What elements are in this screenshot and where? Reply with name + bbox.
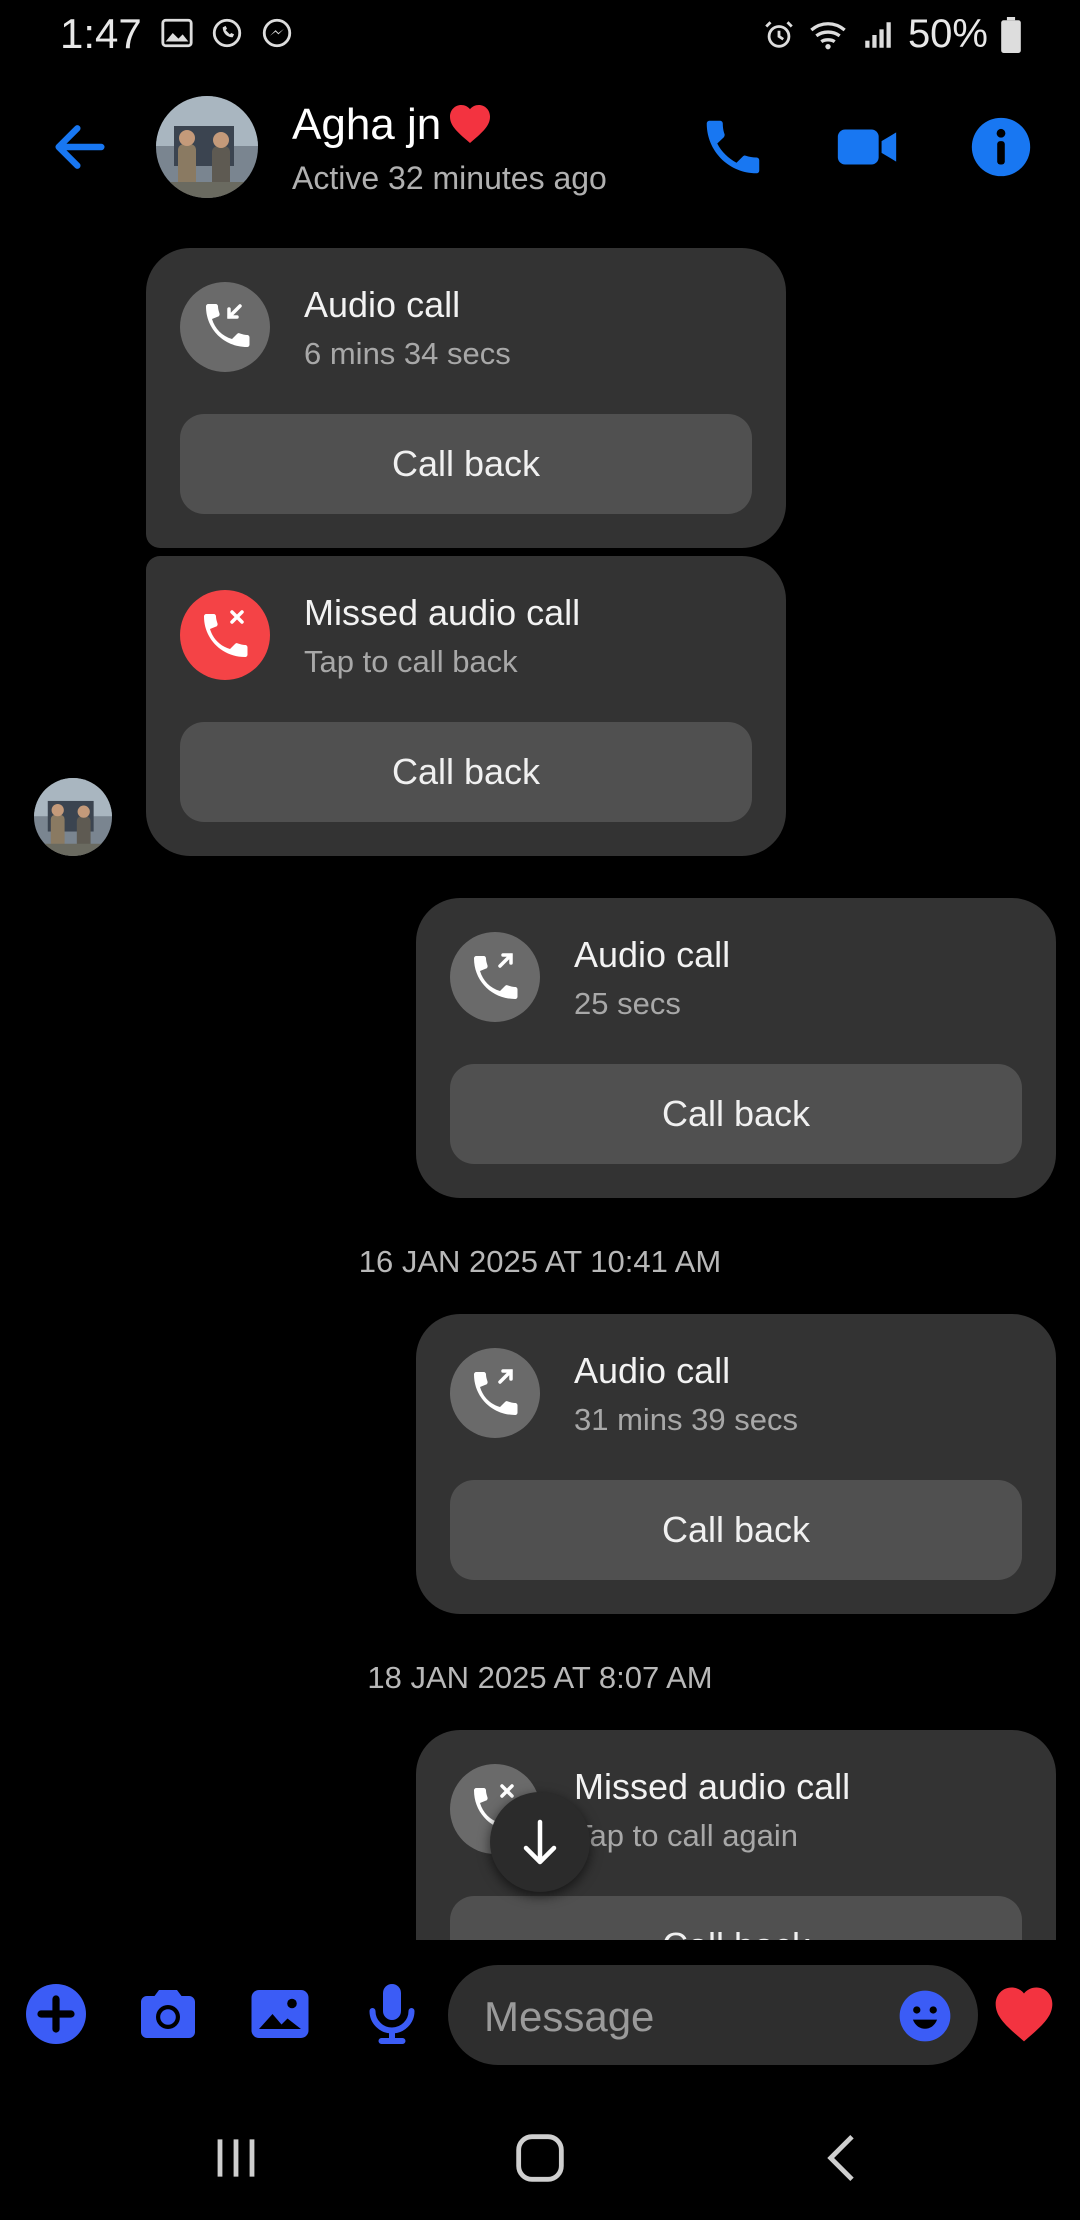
system-nav-bar: [0, 2090, 1080, 2220]
arrow-down-icon: [523, 1819, 557, 1865]
call-back-button[interactable]: Call back: [450, 1480, 1022, 1580]
scroll-to-bottom-button[interactable]: [490, 1792, 590, 1892]
recent-apps-button[interactable]: [204, 2126, 268, 2190]
call-back-button[interactable]: Call back: [180, 722, 752, 822]
outgoing-call-icon: [450, 1348, 540, 1438]
emoji-button[interactable]: [896, 1987, 954, 2045]
date-separator: 18 JAN 2025 AT 8:07 AM: [367, 1660, 713, 1695]
call-back-button[interactable]: Call back: [450, 1064, 1022, 1164]
call-subtitle: Tap to call back: [304, 644, 518, 679]
voice-message-button[interactable]: [356, 1978, 428, 2050]
microphone-icon: [369, 1984, 415, 2044]
call-back-button[interactable]: Call back: [450, 1896, 1022, 1940]
system-back-button[interactable]: [812, 2126, 876, 2190]
camera-icon: [141, 1990, 195, 2038]
image-icon: [251, 1990, 309, 2038]
conversation-header: Agha jn Active 32 minutes ago: [0, 90, 1080, 210]
back-button[interactable]: [48, 115, 112, 179]
message-input[interactable]: Message: [448, 1965, 978, 2065]
call-title: Missed audio call: [574, 1766, 851, 1807]
call-back-button[interactable]: Call back: [180, 414, 752, 514]
call-card-incoming: Audio call 6 mins 34 secs Call back: [146, 248, 786, 548]
heart-icon: [450, 105, 491, 143]
call-subtitle: Tap to call again: [574, 1818, 799, 1853]
battery-level: 50%: [907, 12, 988, 56]
missed-call-icon: [180, 590, 270, 680]
messenger-icon: [262, 18, 292, 48]
back-arrow-icon: [55, 125, 105, 169]
call-duration: 25 secs: [574, 986, 681, 1021]
gallery-button[interactable]: [244, 1978, 316, 2050]
status-bar: 1:47 50%: [0, 0, 1080, 70]
conversation-info-button[interactable]: [966, 112, 1036, 182]
contact-name[interactable]: Agha jn: [292, 100, 495, 150]
video-call-button[interactable]: [832, 112, 902, 182]
call-title: Audio call: [574, 934, 731, 975]
call-card-missed-incoming: Missed audio call Tap to call back Call …: [146, 556, 786, 856]
message-placeholder: Message: [484, 1993, 655, 2040]
call-title: Missed audio call: [304, 592, 581, 633]
message-list[interactable]: Audio call 6 mins 34 secs Call back Miss…: [0, 230, 1080, 1940]
call-card-outgoing: Audio call 31 mins 39 secs Call back: [416, 1314, 1056, 1614]
incoming-call-icon: [180, 282, 270, 372]
chevron-left-icon: [827, 2134, 854, 2182]
signal-icon: [865, 21, 891, 48]
call-duration: 6 mins 34 secs: [304, 336, 511, 371]
plus-icon: [26, 1984, 86, 2044]
call-title: Audio call: [574, 1350, 731, 1391]
emoji-icon: [899, 1990, 951, 2042]
contact-avatar[interactable]: [156, 96, 258, 198]
sender-avatar[interactable]: [34, 778, 112, 856]
call-title: Audio call: [304, 284, 461, 325]
status-time: 1:47: [60, 10, 142, 57]
video-camera-icon: [837, 129, 897, 165]
call-duration: 31 mins 39 secs: [574, 1402, 798, 1437]
more-actions-button[interactable]: [20, 1978, 92, 2050]
contact-active-status: Active 32 minutes ago: [292, 160, 607, 196]
whatsapp-icon: [212, 18, 242, 48]
message-composer: Message: [0, 1960, 1080, 2070]
home-icon: [516, 2134, 564, 2182]
recent-apps-icon: [217, 2139, 255, 2177]
date-separator: 16 JAN 2025 AT 10:41 AM: [358, 1244, 722, 1279]
wifi-icon: [810, 21, 846, 49]
outgoing-call-icon: [450, 932, 540, 1022]
info-icon: [971, 117, 1031, 177]
camera-button[interactable]: [132, 1978, 204, 2050]
home-button[interactable]: [508, 2126, 572, 2190]
audio-call-button[interactable]: [698, 112, 768, 182]
gallery-icon: [161, 18, 193, 48]
phone-icon: [706, 120, 760, 174]
send-heart-button[interactable]: [990, 1980, 1058, 2046]
alarm-icon: [765, 20, 793, 48]
heart-icon: [995, 1987, 1053, 2042]
call-card-outgoing: Audio call 25 secs Call back: [416, 898, 1056, 1198]
battery-icon: [1001, 16, 1021, 53]
